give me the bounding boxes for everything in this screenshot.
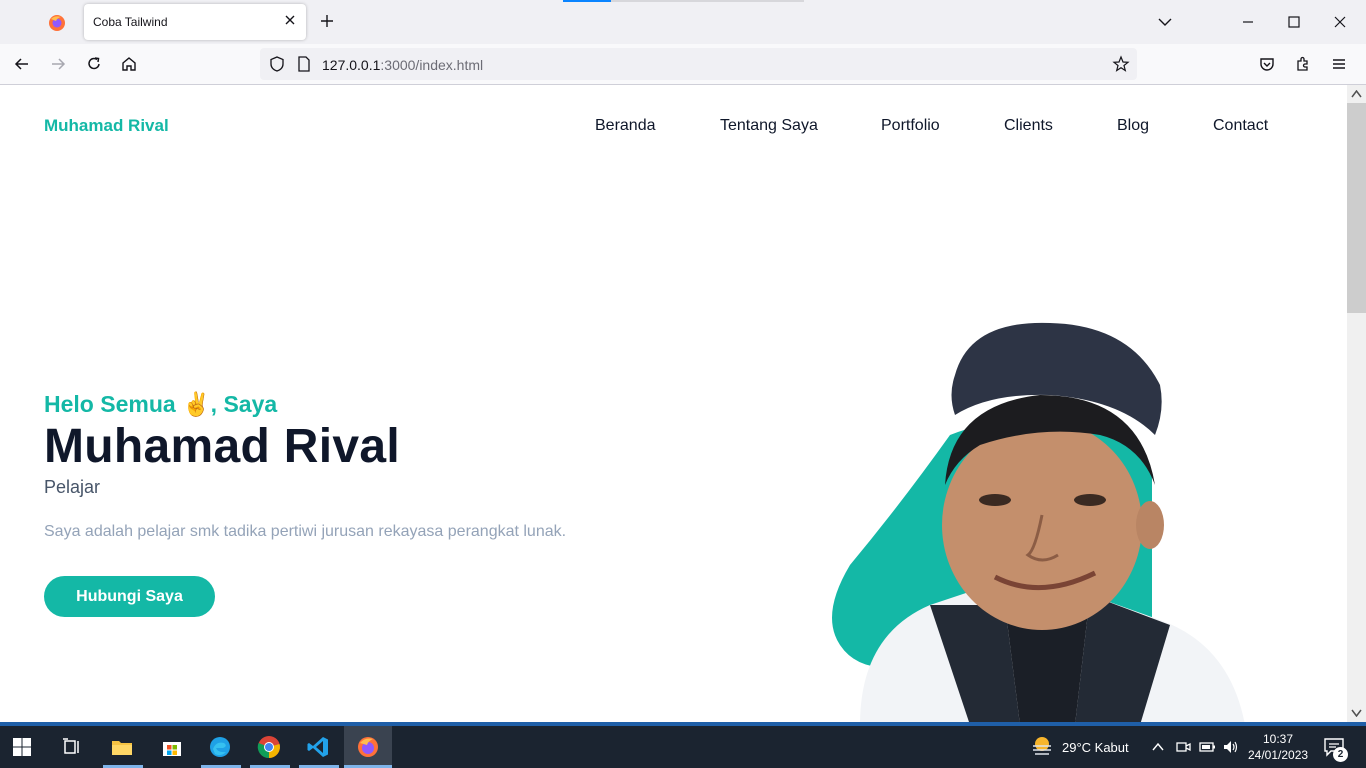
start-windows-icon[interactable] <box>12 737 32 757</box>
tab-bar: Coba Tailwind <box>0 0 1366 44</box>
firefox-icon[interactable] <box>356 735 380 759</box>
shield-icon[interactable] <box>268 55 286 73</box>
taskbar-clock[interactable]: 10:37 24/01/2023 <box>1248 731 1308 763</box>
reload-icon[interactable] <box>84 54 104 74</box>
battery-icon[interactable] <box>1198 738 1216 756</box>
hero-description: Saya adalah pelajar smk tadika pertiwi j… <box>44 523 567 540</box>
pocket-icon[interactable] <box>1257 54 1277 74</box>
weather-fog-icon[interactable] <box>1030 734 1054 758</box>
nav-link-contact[interactable]: Contact <box>1213 117 1268 135</box>
profile-photo <box>832 322 1245 722</box>
close-tab-icon[interactable] <box>282 12 298 28</box>
clock-date: 24/01/2023 <box>1248 748 1309 762</box>
bookmark-star-icon[interactable] <box>1112 55 1130 73</box>
tab-indicator <box>563 0 611 2</box>
hero-role: Pelajar <box>44 477 101 497</box>
close-window-icon[interactable] <box>1330 12 1350 32</box>
notification-count-badge: 2 <box>1333 747 1348 762</box>
contact-me-button[interactable]: Hubungi Saya <box>44 576 215 617</box>
scrollbar-thumb[interactable] <box>1347 103 1366 313</box>
page-scrollbar[interactable] <box>1347 85 1366 722</box>
taskbar: 29°C Kabut 10:37 24/01/2023 2 <box>0 726 1366 768</box>
site-brand[interactable]: Muhamad Rival <box>44 116 169 136</box>
nav-link-blog[interactable]: Blog <box>1117 117 1149 135</box>
file-explorer-icon[interactable] <box>110 735 134 759</box>
tab-title: Coba Tailwind <box>93 15 168 29</box>
scroll-up-icon[interactable] <box>1351 90 1362 98</box>
home-icon[interactable] <box>119 54 139 74</box>
nav-link-tentang-saya[interactable]: Tentang Saya <box>720 117 818 135</box>
url-host: 127.0.0.1 <box>322 57 381 73</box>
hero-name: Muhamad Rival <box>44 420 400 473</box>
hero-greeting: Helo Semua ✌, Saya <box>44 391 278 417</box>
back-icon[interactable] <box>12 54 32 74</box>
tab-indicator-track <box>611 0 804 2</box>
nav-link-portfolio[interactable]: Portfolio <box>881 117 940 135</box>
page-info-icon[interactable] <box>296 55 312 73</box>
volume-icon[interactable] <box>1222 738 1240 756</box>
clock-time: 10:37 <box>1262 732 1294 746</box>
forward-icon[interactable] <box>48 54 68 74</box>
task-view-icon[interactable] <box>60 735 84 759</box>
list-all-tabs-icon[interactable] <box>1155 12 1175 32</box>
meet-now-icon[interactable] <box>1174 738 1192 756</box>
new-tab-icon[interactable] <box>318 12 336 30</box>
maximize-icon[interactable] <box>1284 12 1304 32</box>
edge-icon[interactable] <box>208 735 232 759</box>
extensions-icon[interactable] <box>1293 54 1313 74</box>
chrome-icon[interactable] <box>257 735 281 759</box>
vscode-icon[interactable] <box>306 735 330 759</box>
minimize-icon[interactable] <box>1238 12 1258 32</box>
weather-text[interactable]: 29°C Kabut <box>1062 740 1129 755</box>
firefox-view-icon[interactable] <box>47 13 67 33</box>
address-bar[interactable]: 127.0.0.1:3000/index.html <box>260 48 1137 80</box>
page-viewport: Muhamad Rival Beranda Tentang Saya Portf… <box>0 85 1347 722</box>
url-path: :3000/index.html <box>380 57 484 73</box>
nav-toolbar: 127.0.0.1:3000/index.html <box>0 44 1366 85</box>
menu-icon[interactable] <box>1329 54 1349 74</box>
scroll-down-icon[interactable] <box>1351 709 1362 717</box>
tab-active[interactable]: Coba Tailwind <box>84 4 306 40</box>
nav-link-clients[interactable]: Clients <box>1004 117 1053 135</box>
nav-link-beranda[interactable]: Beranda <box>595 117 656 135</box>
store-icon[interactable] <box>160 735 184 759</box>
chevron-up-icon[interactable] <box>1150 739 1166 755</box>
url-text[interactable]: 127.0.0.1:3000/index.html <box>322 57 483 73</box>
